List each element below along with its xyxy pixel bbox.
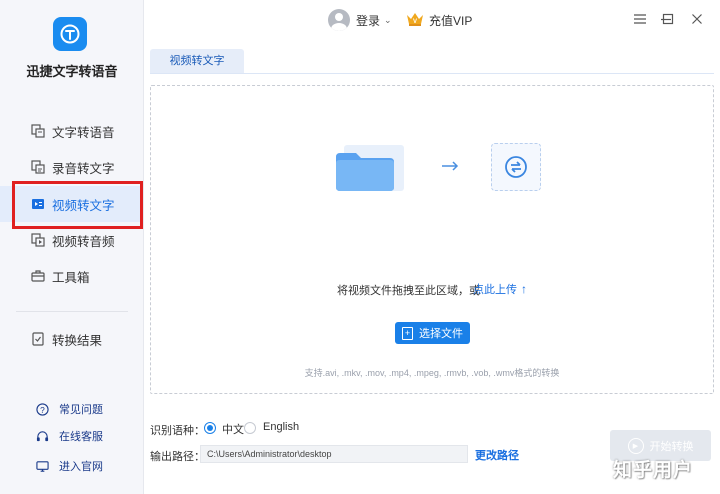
sidebar-item-label: 转换结果: [52, 333, 103, 348]
sidebar-item-results[interactable]: 转换结果: [0, 321, 143, 357]
menu-icon[interactable]: [631, 10, 649, 28]
vip-label: 充值VIP: [429, 13, 473, 28]
text-to-speech-icon: [30, 123, 46, 139]
sidebar-item-label: 录音转文字: [52, 161, 115, 176]
sidebar-item-label: 视频转音频: [52, 234, 115, 249]
file-drop-zone[interactable]: [150, 85, 714, 394]
sidebar-item-label: 文字转语音: [52, 125, 115, 140]
play-icon: ▶: [627, 437, 644, 454]
result-icon: [30, 331, 46, 347]
select-file-label: 选择文件: [419, 328, 463, 340]
upload-link[interactable]: 点此上传 ↑: [473, 281, 527, 297]
radio-chinese-label[interactable]: 中文: [222, 421, 244, 437]
login-button[interactable]: 登录 ⌄: [328, 8, 392, 32]
online-service-label: 在线客服: [59, 431, 103, 443]
folder-icon: [334, 143, 406, 198]
avatar: [328, 9, 350, 31]
website-link[interactable]: 进入官网: [0, 456, 143, 476]
drop-hint-text: 将视频文件拖拽至此区域，或: [337, 285, 480, 297]
help-icon: ?: [35, 402, 49, 416]
select-file-button[interactable]: + 选择文件: [395, 322, 470, 344]
arrow-right-icon: [441, 160, 461, 174]
crown-icon: V: [406, 11, 424, 30]
login-label: 登录: [356, 13, 381, 28]
sidebar-item-text-to-speech[interactable]: 文字转语音: [0, 113, 143, 149]
output-path-field[interactable]: C:\Users\Administrator\desktop: [200, 445, 468, 463]
start-convert-label: 开始转换: [649, 440, 694, 453]
convert-icon: [505, 156, 527, 178]
chevron-down-icon: ⌄: [384, 14, 392, 25]
app-name: 迅捷文字转语音: [26, 64, 118, 79]
supported-formats-text: 支持.avi, .mkv, .mov, .mp4, .mpeg, .rmvb, …: [304, 368, 560, 378]
sidebar-item-toolbox[interactable]: 工具箱: [0, 258, 143, 294]
headset-icon: [35, 429, 49, 443]
add-file-icon: +: [402, 326, 413, 340]
website-icon: [35, 459, 49, 473]
upload-link-label: 点此上传: [473, 284, 517, 296]
app-logo: [53, 17, 87, 51]
video-audio-icon: [30, 232, 46, 248]
website-label: 进入官网: [59, 461, 103, 473]
convert-icon-box: [491, 143, 541, 191]
sidebar-item-video-to-audio[interactable]: 视频转音频: [0, 222, 143, 258]
radio-english-label[interactable]: English: [263, 421, 299, 433]
tab-video-to-text[interactable]: 视频转文字: [150, 49, 244, 73]
sidebar-item-label: 工具箱: [52, 270, 90, 285]
change-path-button[interactable]: 更改路径: [475, 447, 519, 463]
svg-text:V: V: [413, 19, 417, 25]
app-logo-icon: [60, 24, 80, 44]
faq-link[interactable]: ? 常见问题: [0, 399, 143, 419]
language-label: 识别语种：: [150, 425, 205, 437]
sidebar-item-recording-to-text[interactable]: 录音转文字: [0, 149, 143, 185]
arrow-up-icon: ↑: [521, 282, 527, 296]
faq-label: 常见问题: [59, 404, 103, 416]
output-path-label: 输出路径：: [150, 451, 205, 463]
svg-text:?: ?: [40, 404, 45, 414]
tab-underline: [150, 73, 714, 74]
vip-button[interactable]: V 充值VIP: [406, 8, 472, 32]
online-service-link[interactable]: 在线客服: [0, 426, 143, 446]
maximize-button[interactable]: [659, 10, 677, 28]
recording-icon: [30, 159, 46, 175]
radio-chinese[interactable]: [204, 422, 216, 434]
watermark: 知乎用户: [613, 460, 694, 481]
toolbox-icon: [30, 268, 46, 284]
close-icon[interactable]: [688, 10, 706, 28]
sidebar-divider: [16, 311, 128, 312]
radio-english[interactable]: [244, 422, 256, 434]
